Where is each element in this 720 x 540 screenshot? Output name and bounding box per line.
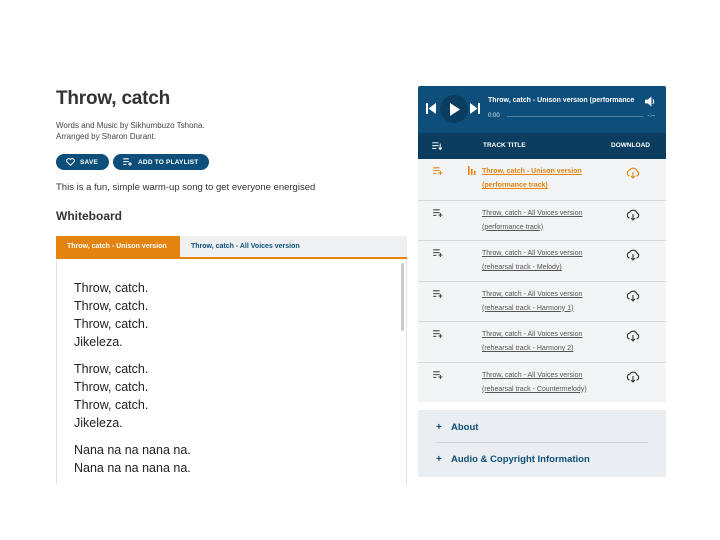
song-details: Throw, catch Words and Music by Sikhumbu… [56, 88, 408, 484]
queue-sort-icon [432, 142, 442, 150]
now-playing-equalizer-icon [468, 166, 476, 175]
song-credits: Words and Music by Sikhumbuzo Tshona. Ar… [56, 120, 408, 142]
add-to-playlist-label: ADD TO PLAYLIST [138, 158, 199, 166]
tab-all-voices-version[interactable]: Throw, catch - All Voices version [180, 236, 310, 257]
song-intro: This is a fun, simple warm-up song to ge… [56, 182, 316, 193]
track-row[interactable]: Throw, catch - Unison version (performan… [418, 159, 666, 200]
queue-icon[interactable] [433, 208, 443, 217]
track-name-link[interactable]: Throw, catch - All Voices version (rehea… [482, 288, 582, 316]
lyric-line: Throw, catch. [74, 299, 149, 313]
info-accordion: + About + Audio & Copyright Information [418, 410, 666, 477]
track-name-line: Throw, catch - All Voices version [482, 290, 583, 298]
download-column: DOWNLOAD [611, 142, 650, 149]
lyric-line: Throw, catch. [74, 398, 149, 412]
lyric-line: Throw, catch. [74, 362, 149, 376]
page-title: Throw, catch [56, 88, 171, 109]
queue-icon[interactable] [433, 167, 443, 175]
progress-bar[interactable] [507, 116, 643, 117]
time-current: 0:00 [488, 113, 500, 119]
plus-icon: + [436, 422, 442, 433]
save-label: SAVE [80, 158, 99, 166]
track-name-subline: (performance track) [482, 182, 548, 189]
track-name-subline: (rehearsal track - Harmony 1) [482, 304, 574, 312]
track-row[interactable]: Throw, catch - All Voices version (rehea… [418, 240, 666, 281]
track-name-link[interactable]: Throw, catch - All Voices version (perfo… [482, 207, 582, 235]
accordion-audio-copyright[interactable]: + Audio & Copyright Information [436, 444, 648, 474]
lyric-line: Nana na na nana na. [74, 443, 191, 457]
lyric-line: Throw, catch. [74, 380, 149, 394]
track-name-subline: (rehearsal track - Countermelody) [482, 385, 587, 393]
previous-track-icon[interactable] [426, 103, 436, 114]
download-icon[interactable] [626, 371, 640, 383]
lyrics-stanza: Throw, catch. Throw, catch. Throw, catch… [74, 279, 406, 351]
heart-icon [66, 158, 75, 166]
track-row[interactable]: Throw, catch - All Voices version (rehea… [418, 361, 666, 403]
lyrics-scrollbar[interactable] [401, 263, 404, 331]
download-icon[interactable] [626, 290, 640, 302]
volume-icon[interactable] [645, 96, 656, 107]
time-remaining: -:-- [647, 113, 655, 119]
lyrics-stanza: Throw, catch. Throw, catch. Throw, catch… [74, 360, 406, 432]
song-actions: SAVE ADD TO PLAYLIST [56, 154, 408, 170]
lyric-line: Jikeleza. [74, 335, 123, 349]
whiteboard-lyrics-panel[interactable]: Throw, catch. Throw, catch. Throw, catch… [56, 259, 407, 484]
track-name-subline: (rehearsal track - Melody) [482, 264, 562, 271]
download-icon[interactable] [626, 330, 640, 342]
tab-unison-version[interactable]: Throw, catch - Unison version [56, 236, 180, 257]
track-name-subline: (performance track) [482, 223, 544, 231]
track-name-subline: (rehearsal track - Harmony 2) [482, 345, 574, 352]
track-name-line: Throw, catch - All Voices version [482, 209, 583, 217]
track-name-line: Throw, catch - All Voices version [482, 250, 583, 257]
accordion-about-label: About [451, 422, 479, 433]
download-icon[interactable] [626, 249, 640, 261]
play-button[interactable] [440, 95, 468, 123]
track-row[interactable]: Throw, catch - All Voices version (rehea… [418, 321, 666, 362]
save-button[interactable]: SAVE [56, 154, 110, 170]
track-name-link[interactable]: Throw, catch - Unison version (performan… [482, 165, 582, 193]
playlist-add-icon [123, 158, 133, 166]
track-name-line: Throw, catch - All Voices version [482, 371, 583, 379]
credit-words-music: Words and Music by Sikhumbuzo Tshona. [56, 121, 205, 130]
track-list: Throw, catch - Unison version (performan… [418, 159, 666, 402]
lyrics: Throw, catch. Throw, catch. Throw, catch… [57, 259, 406, 477]
lyrics-stanza: Nana na na nana na. Nana na na nana na. [74, 441, 406, 477]
whiteboard-heading: Whiteboard [56, 209, 122, 223]
accordion-audio-copyright-label: Audio & Copyright Information [451, 453, 590, 465]
queue-icon[interactable] [433, 249, 443, 257]
accordion-about[interactable]: + About [436, 413, 648, 443]
now-playing-title: Throw, catch - Unison version (performan… [488, 97, 636, 104]
player-controls: Throw, catch - Unison version (performan… [418, 86, 666, 133]
track-name-link[interactable]: Throw, catch - All Voices version (rehea… [482, 328, 582, 356]
lyric-line: Throw, catch. [74, 317, 149, 331]
track-name-link[interactable]: Throw, catch - All Voices version (rehea… [482, 247, 582, 275]
track-name-link[interactable]: Throw, catch - All Voices version (rehea… [482, 369, 587, 397]
track-title-column: TRACK TITLE [483, 142, 526, 149]
track-list-header: TRACK TITLE DOWNLOAD [418, 133, 666, 159]
lyric-line: Throw, catch. [74, 281, 149, 295]
add-to-playlist-button[interactable]: ADD TO PLAYLIST [113, 154, 210, 170]
track-name-line: Throw, catch - All Voices version [482, 331, 583, 338]
download-icon[interactable] [626, 167, 640, 179]
track-name-line: Throw, catch - Unison version [482, 168, 582, 175]
queue-icon[interactable] [433, 370, 443, 379]
lyric-line: Jikeleza. [74, 416, 123, 430]
download-icon[interactable] [626, 209, 640, 221]
lyric-line: Nana na na nana na. [74, 461, 191, 475]
queue-icon[interactable] [433, 289, 443, 298]
queue-icon[interactable] [433, 330, 443, 338]
whiteboard-tabs: Throw, catch - Unison version Throw, cat… [56, 236, 407, 259]
next-track-icon[interactable] [470, 103, 480, 114]
track-row[interactable]: Throw, catch - All Voices version (perfo… [418, 199, 666, 241]
audio-player: Throw, catch - Unison version (performan… [418, 86, 666, 402]
credit-arranger: Arranged by Sharon Durant. [56, 132, 157, 141]
track-row[interactable]: Throw, catch - All Voices version (rehea… [418, 280, 666, 322]
plus-icon: + [436, 453, 442, 465]
play-icon [449, 102, 460, 116]
